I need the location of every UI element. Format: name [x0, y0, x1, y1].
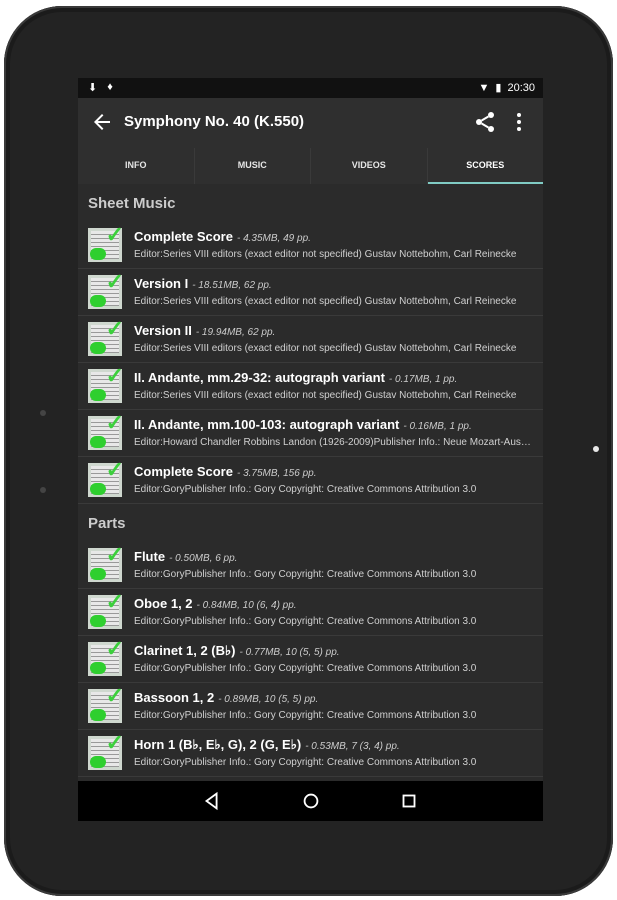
score-item[interactable]: ✓ Version I- 18.51MB, 62 pp. Editor:Series… — [78, 269, 543, 316]
score-thumbnail-icon: ✓ — [88, 365, 124, 403]
tab-bar: INFO MUSIC VIDEOS SCORES — [78, 148, 543, 184]
score-thumbnail-icon: ✓ — [88, 685, 124, 723]
nav-recents-icon[interactable] — [398, 790, 420, 812]
score-item-title: Version II - 19.94MB, 62 pp. — [134, 323, 275, 338]
score-item-title: Version I- 18.51MB, 62 pp. — [134, 276, 272, 291]
score-item-title: Oboe 1, 2- 0.84MB, 10 (6, 4) pp. — [134, 596, 297, 611]
score-thumbnail-icon: ✓ — [88, 732, 124, 770]
score-item-subtitle: Editor:GoryPublisher Info.: Gory Copyrig… — [134, 616, 477, 627]
section-header-parts: Parts — [88, 515, 126, 532]
score-item-subtitle: Editor:Series VIII editors (exact editor… — [134, 343, 517, 354]
tab-music[interactable]: MUSIC — [195, 148, 311, 184]
tab-scores[interactable]: SCORES — [427, 148, 544, 184]
score-item[interactable]: ✓ Flute - 0.50MB, 6 pp. Editor:GoryPublishe… — [78, 542, 543, 589]
score-item[interactable]: ✓ Complete Score - 3.75MB, 156 pp. Editor:G… — [78, 457, 543, 504]
score-item-title: Complete Score - 3.75MB, 156 pp. — [134, 464, 316, 479]
location-icon: ♦ — [107, 81, 113, 93]
score-item-title-text: Complete Score — [134, 229, 233, 244]
score-item[interactable]: ✓ Bassoon 1, 2- 0.89MB, 10 (5, 5) pp. Edit… — [78, 683, 543, 730]
score-item-subtitle: Editor:GoryPublisher Info.: Gory Copyrig… — [134, 710, 477, 721]
nav-home-icon[interactable] — [300, 790, 322, 812]
score-item-title-text: Bassoon 1, 2 — [134, 690, 215, 705]
score-item[interactable]: ✓ Horn 1 (B♭, E♭, G), 2 (G, E♭) - 0.53MB, … — [78, 730, 543, 777]
tab-videos[interactable]: VIDEOS — [311, 148, 428, 184]
nav-back-icon[interactable] — [201, 790, 223, 812]
light-sensor — [593, 446, 599, 452]
overflow-menu-icon[interactable] — [507, 110, 531, 134]
score-item-size: - 3.75MB, 156 pp. — [236, 468, 317, 479]
score-thumbnail-icon: ✓ — [88, 544, 124, 582]
score-item[interactable]: ✓ Complete Score - 4.35MB, 49 pp. Editor:Se… — [78, 222, 543, 269]
status-bar: ⬇ ♦ ▼ ▮ 20:30 — [78, 78, 543, 98]
score-item-title: Clarinet 1, 2 (B♭) - 0.77MB, 10 (5, 5) pp… — [134, 643, 340, 659]
score-item-title: Horn 1 (B♭, E♭, G), 2 (G, E♭) - 0.53MB, 7… — [134, 737, 400, 753]
score-item-title-text: Horn 1 (B♭, E♭, G), 2 (G, E♭) — [134, 737, 302, 752]
score-item-subtitle: Editor:GoryPublisher Info.: Gory Copyrig… — [134, 569, 477, 580]
wifi-icon: ▼ — [478, 81, 490, 94]
score-item-size: - 18.51MB, 62 pp. — [192, 280, 272, 291]
score-item-title: II. Andante, mm.100-103: autograph varia… — [134, 417, 472, 432]
score-item-title-text: Clarinet 1, 2 (B♭) — [134, 643, 236, 658]
score-item[interactable]: ✓ II. Andante, mm.29-32: autograph varian… — [78, 363, 543, 410]
score-thumbnail-icon: ✓ — [88, 318, 124, 356]
navigation-bar — [78, 781, 543, 821]
score-item-subtitle: Editor:GoryPublisher Info.: Gory Copyrig… — [134, 484, 477, 495]
score-item-title: II. Andante, mm.29-32: autograph variant… — [134, 370, 457, 385]
score-item-title-text: Complete Score — [134, 464, 233, 479]
score-item-size: - 4.35MB, 49 pp. — [236, 233, 311, 244]
download-icon: ⬇ — [88, 82, 98, 94]
score-item-title-text: II. Andante, mm.29-32: autograph variant — [134, 370, 385, 385]
score-item[interactable]: ✓ Version II - 19.94MB, 62 pp. Editor:Serie… — [78, 316, 543, 363]
scores-list: Sheet Music ✓ Complete Score - 4.35MB, 49 … — [78, 184, 543, 781]
score-item-size: - 19.94MB, 62 pp. — [195, 327, 276, 338]
score-item-size: - 0.16MB, 1 pp. — [403, 421, 472, 432]
front-camera — [40, 410, 46, 416]
score-item-size: - 0.50MB, 6 pp. — [169, 553, 238, 564]
score-item-subtitle: Editor:GoryPublisher Info.: Gory Copyrig… — [134, 757, 477, 768]
sensor-dot — [40, 487, 46, 493]
page-title: Symphony No. 40 (K.550) — [124, 113, 305, 130]
score-item[interactable]: ✓ Oboe 1, 2- 0.84MB, 10 (6, 4) pp. Editor:… — [78, 589, 543, 636]
score-item[interactable]: ✓ II. Andante, mm.100-103: autograph vari… — [78, 410, 543, 457]
score-item-size: - 0.17MB, 1 pp. — [388, 374, 458, 385]
tab-info[interactable]: INFO — [78, 148, 195, 184]
score-thumbnail-icon: ✓ — [88, 224, 124, 262]
score-item-size: - 0.77MB, 10 (5, 5) pp. — [239, 647, 340, 658]
app-bar: Symphony No. 40 (K.550) — [78, 98, 543, 148]
score-item-subtitle: Editor:Series VIII editors (exact editor… — [134, 390, 517, 401]
back-arrow-icon[interactable] — [90, 110, 114, 134]
score-item-title-text: Flute — [134, 549, 166, 564]
score-item-size: - 0.84MB, 10 (6, 4) pp. — [196, 600, 297, 611]
score-item-subtitle: Editor:Series VIII editors (exact editor… — [134, 296, 517, 307]
score-thumbnail-icon: ✓ — [88, 638, 124, 676]
status-time: 20:30 — [507, 81, 535, 94]
score-item-title-text: Oboe 1, 2 — [134, 596, 193, 611]
score-item-title-text: II. Andante, mm.100-103: autograph varia… — [134, 417, 400, 432]
score-thumbnail-icon: ✓ — [88, 271, 124, 309]
score-item-title: Flute - 0.50MB, 6 pp. — [134, 549, 237, 564]
score-item-subtitle: Editor:Series VIII editors (exact editor… — [134, 249, 517, 260]
section-header-sheet-music: Sheet Music — [88, 195, 176, 212]
battery-icon: ▮ — [495, 82, 502, 94]
score-item-size: - 0.89MB, 10 (5, 5) pp. — [218, 694, 319, 705]
score-item-subtitle: Editor:Howard Chandler Robbins Landon (1… — [134, 437, 534, 448]
app-screen: ⬇ ♦ ▼ ▮ 20:30 Symphony No. 40 (K.550) IN… — [78, 78, 543, 821]
score-item-subtitle: Editor:GoryPublisher Info.: Gory Copyrig… — [134, 663, 477, 674]
score-item-size: - 0.53MB, 7 (3, 4) pp. — [305, 741, 400, 752]
score-thumbnail-icon: ✓ — [88, 459, 124, 497]
score-item-title: Complete Score - 4.35MB, 49 pp. — [134, 229, 311, 244]
score-item-title-text: Version I — [134, 276, 189, 291]
score-item-title-text: Version II — [134, 323, 192, 338]
score-item[interactable]: ✓ Clarinet 1, 2 (B♭) - 0.77MB, 10 (5, 5) p… — [78, 636, 543, 683]
score-thumbnail-icon: ✓ — [88, 412, 124, 450]
score-thumbnail-icon: ✓ — [88, 591, 124, 629]
score-item-title: Bassoon 1, 2- 0.89MB, 10 (5, 5) pp. — [134, 690, 318, 705]
share-icon[interactable] — [473, 110, 497, 134]
